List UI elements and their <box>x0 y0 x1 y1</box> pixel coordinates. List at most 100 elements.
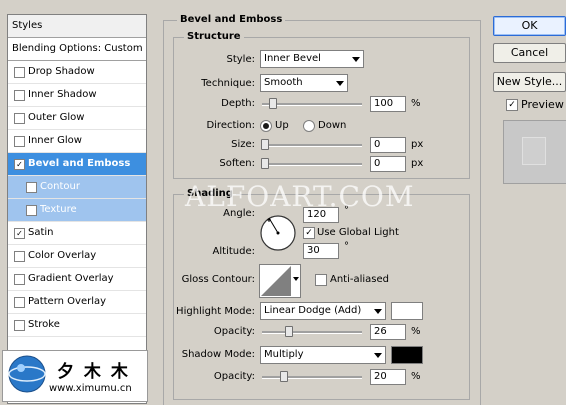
soften-unit: px <box>411 158 424 169</box>
style-checkbox[interactable] <box>14 320 25 331</box>
ok-button[interactable]: OK <box>493 16 566 36</box>
shadow-opacity-thumb[interactable] <box>280 371 288 382</box>
style-item-contour[interactable]: Contour <box>8 176 146 199</box>
chevron-down-icon <box>352 57 360 62</box>
contour-curve-icon <box>261 266 291 296</box>
blending-options-item[interactable]: Blending Options: Custom <box>8 38 146 61</box>
direction-down-radio[interactable] <box>303 120 315 132</box>
style-list: Drop Shadow Inner Shadow Outer Glow Inner G… <box>8 61 146 337</box>
style-checkbox[interactable] <box>14 136 25 147</box>
soften-label: Soften: <box>219 158 255 169</box>
bevel-emboss-title: Bevel and Emboss <box>177 14 286 25</box>
style-checkbox[interactable] <box>14 251 25 262</box>
gloss-contour-picker[interactable] <box>259 264 301 298</box>
style-item-label: Texture <box>40 204 77 215</box>
use-global-light-checkbox[interactable]: ✓ <box>303 227 315 239</box>
style-item-bevel-and-emboss[interactable]: ✓ Bevel and Emboss <box>8 153 146 176</box>
highlight-mode-label: Highlight Mode: <box>176 306 255 317</box>
style-item-satin[interactable]: ✓ Satin <box>8 222 146 245</box>
chevron-down-icon <box>374 309 382 314</box>
size-unit: px <box>411 139 424 150</box>
style-item-label: Inner Shadow <box>28 89 97 100</box>
direction-label: Direction: <box>206 120 255 131</box>
gloss-contour-label: Gloss Contour: <box>181 274 255 285</box>
new-style-button[interactable]: New Style... <box>493 72 566 92</box>
shadow-opacity-label: Opacity: <box>213 371 255 382</box>
style-item-label: Color Overlay <box>28 250 97 261</box>
highlight-opacity-label: Opacity: <box>213 326 255 337</box>
highlight-mode-select[interactable]: Linear Dodge (Add) <box>260 302 386 320</box>
soften-input[interactable]: 0 <box>370 156 406 172</box>
logo-chinese-text: 夕 木 木 <box>57 362 130 382</box>
depth-input[interactable]: 100 <box>370 96 406 112</box>
site-logo: 夕 木 木 www.ximumu.cn <box>2 350 148 402</box>
highlight-mode-value: Linear Dodge (Add) <box>264 305 362 316</box>
shadow-mode-select[interactable]: Multiply <box>260 346 386 364</box>
cancel-button[interactable]: Cancel <box>493 43 566 63</box>
size-slider-thumb[interactable] <box>261 139 269 150</box>
style-item-inner-shadow[interactable]: Inner Shadow <box>8 84 146 107</box>
style-checkbox[interactable] <box>26 205 37 216</box>
style-item-label: Drop Shadow <box>28 66 95 77</box>
style-checkbox[interactable]: ✓ <box>14 159 25 170</box>
direction-down-label: Down <box>318 120 347 131</box>
style-checkbox[interactable] <box>14 274 25 285</box>
altitude-label: Altitude: <box>212 246 255 257</box>
soften-slider[interactable] <box>261 158 362 169</box>
style-item-texture[interactable]: Texture <box>8 199 146 222</box>
style-item-gradient-overlay[interactable]: Gradient Overlay <box>8 268 146 291</box>
style-item-drop-shadow[interactable]: Drop Shadow <box>8 61 146 84</box>
angle-dial[interactable] <box>259 214 297 252</box>
altitude-input[interactable]: 30 <box>303 243 339 259</box>
chevron-down-icon <box>336 81 344 86</box>
highlight-color-swatch[interactable] <box>391 302 423 320</box>
depth-slider[interactable] <box>262 98 362 109</box>
style-item-stroke[interactable]: Stroke <box>8 314 146 337</box>
preview-label: Preview <box>521 98 564 111</box>
style-item-inner-glow[interactable]: Inner Glow <box>8 130 146 153</box>
anti-aliased-label: Anti-aliased <box>330 274 390 285</box>
depth-slider-thumb[interactable] <box>269 98 277 109</box>
highlight-opacity-input[interactable]: 26 <box>370 324 406 340</box>
technique-select[interactable]: Smooth <box>260 74 348 92</box>
style-checkbox[interactable] <box>26 182 37 193</box>
shadow-opacity-input[interactable]: 20 <box>370 369 406 385</box>
style-checkbox[interactable] <box>14 113 25 124</box>
highlight-opacity-thumb[interactable] <box>285 326 293 337</box>
style-item-label: Bevel and Emboss <box>28 158 131 169</box>
style-select[interactable]: Inner Bevel <box>260 50 364 68</box>
chevron-down-icon <box>374 353 382 358</box>
shadow-opacity-unit: % <box>411 371 421 382</box>
preview-thumbnail <box>503 120 566 184</box>
direction-up-radio[interactable] <box>260 120 272 132</box>
style-checkbox[interactable]: ✓ <box>14 228 25 239</box>
technique-select-value: Smooth <box>264 77 303 88</box>
shadow-color-swatch[interactable] <box>391 346 423 364</box>
style-item-color-overlay[interactable]: Color Overlay <box>8 245 146 268</box>
style-select-value: Inner Bevel <box>264 53 321 64</box>
style-checkbox[interactable] <box>14 297 25 308</box>
anti-aliased-checkbox[interactable] <box>315 274 327 286</box>
structure-title: Structure <box>184 31 244 42</box>
size-slider[interactable] <box>261 139 362 150</box>
style-item-pattern-overlay[interactable]: Pattern Overlay <box>8 291 146 314</box>
size-label: Size: <box>231 139 255 150</box>
style-item-label: Pattern Overlay <box>28 296 107 307</box>
highlight-opacity-unit: % <box>411 326 421 337</box>
shadow-mode-value: Multiply <box>264 349 304 360</box>
shadow-opacity-slider[interactable] <box>262 371 362 382</box>
style-checkbox[interactable] <box>14 90 25 101</box>
size-input[interactable]: 0 <box>370 137 406 153</box>
use-global-light-label: Use Global Light <box>317 227 399 238</box>
style-item-label: Gradient Overlay <box>28 273 114 284</box>
depth-unit: % <box>411 98 421 109</box>
style-checkbox[interactable] <box>14 67 25 78</box>
depth-label: Depth: <box>221 98 255 109</box>
highlight-opacity-slider[interactable] <box>262 326 362 337</box>
style-item-outer-glow[interactable]: Outer Glow <box>8 107 146 130</box>
shading-group <box>173 194 470 400</box>
soften-slider-thumb[interactable] <box>261 158 269 169</box>
preview-checkbox[interactable]: ✓ <box>506 99 518 111</box>
styles-header[interactable]: Styles <box>8 15 146 38</box>
shadow-mode-label: Shadow Mode: <box>181 349 255 360</box>
